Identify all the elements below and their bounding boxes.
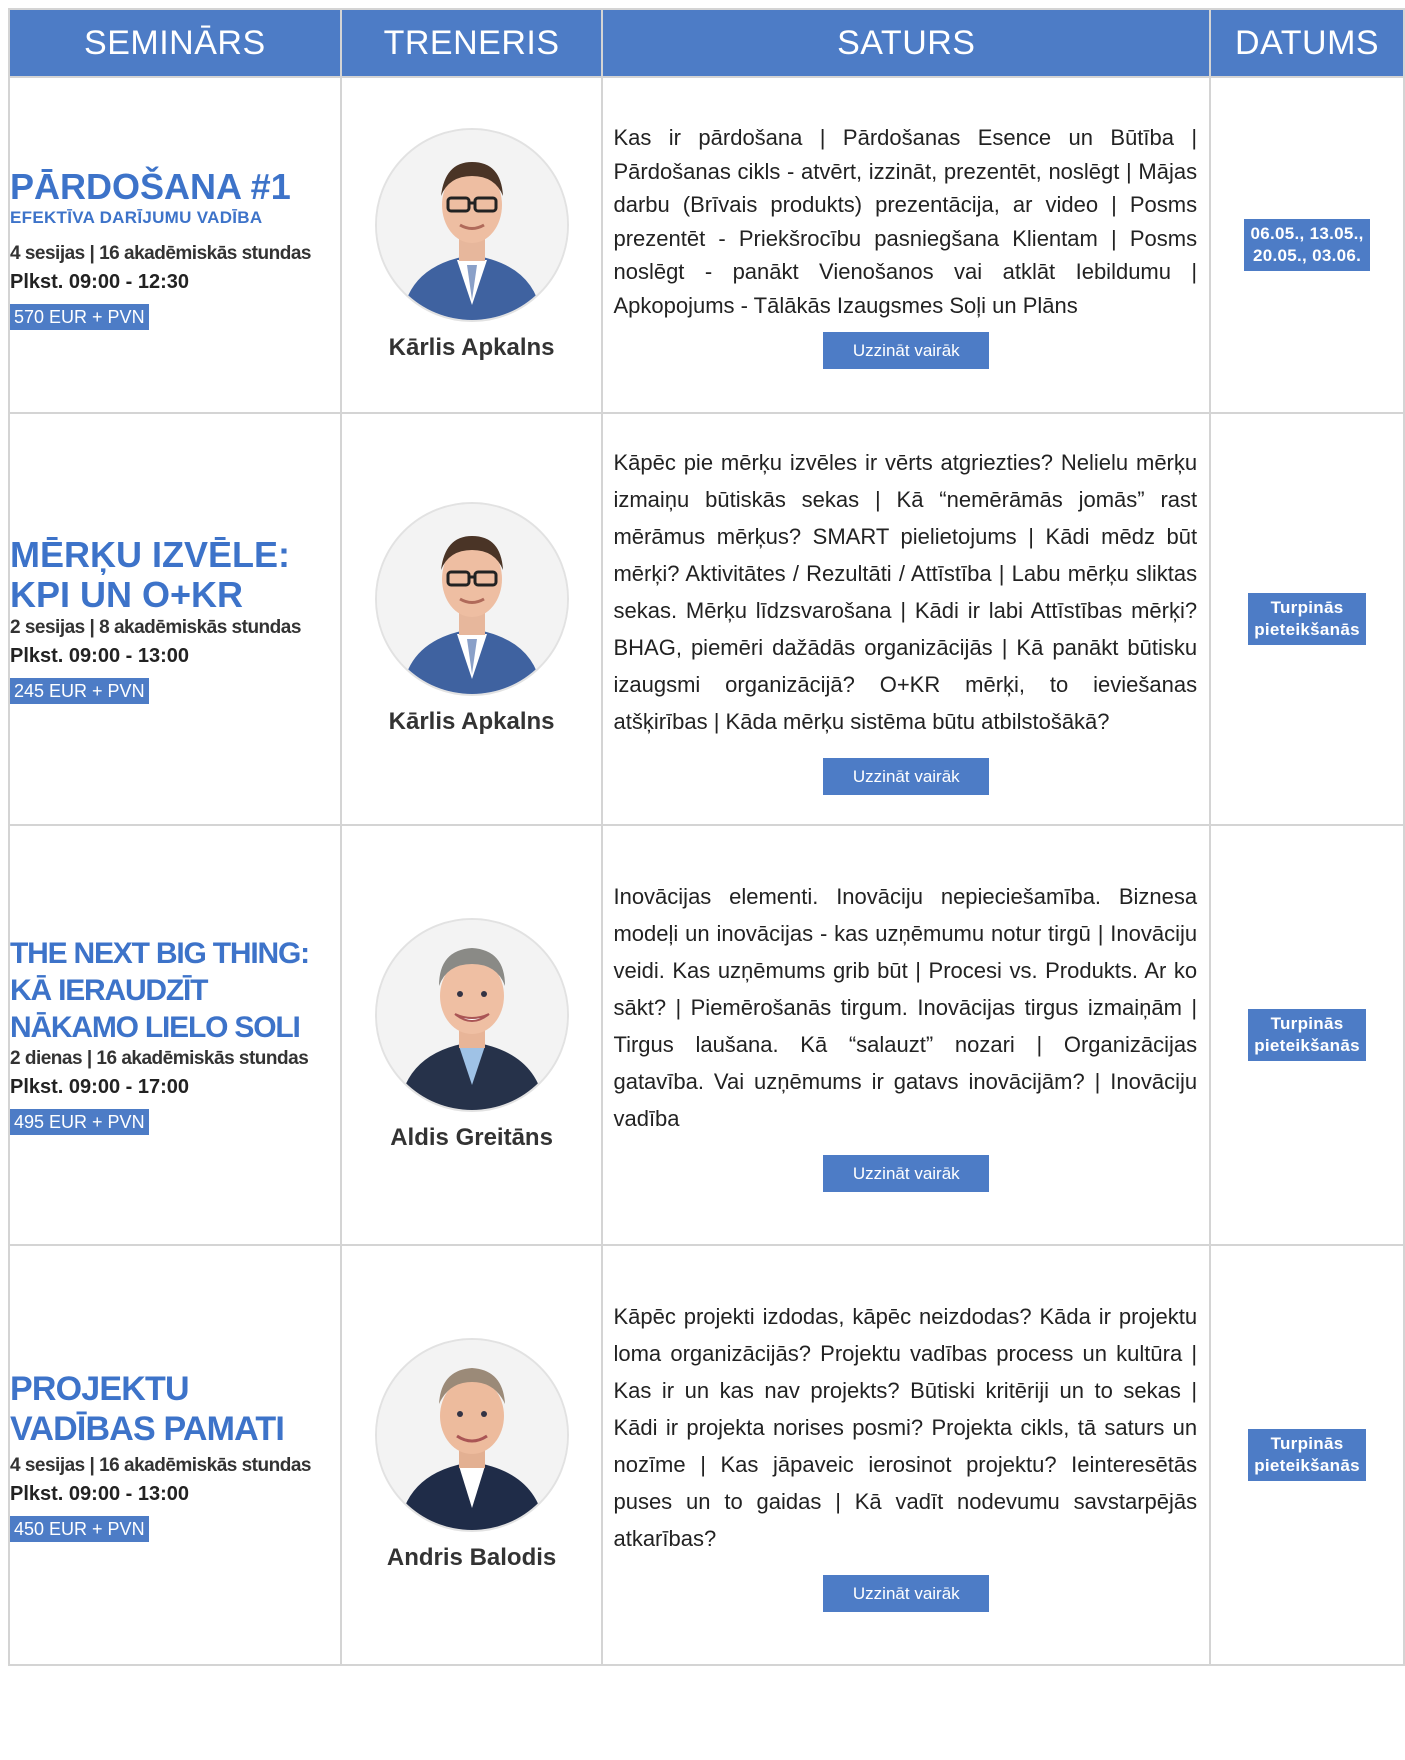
learn-more-button[interactable]: Uzzināt vairāk xyxy=(823,1155,990,1192)
learn-more-button[interactable]: Uzzināt vairāk xyxy=(823,757,990,795)
seminar-title[interactable]: THE NEXT BIG THING: xyxy=(10,935,340,972)
seminar-title[interactable]: VADĪBAS PAMATI xyxy=(10,1409,340,1449)
seminar-time: Plkst. 09:00 - 13:00 xyxy=(10,644,189,667)
date-line: 20.05., 03.06. xyxy=(1252,246,1362,265)
table-row: THE NEXT BIG THING: KĀ IERAUDZĪT NĀKAMO … xyxy=(8,824,1405,1246)
seminar-table: SEMINĀRS TRENERIS SATURS DATUMS PĀRDOŠAN… xyxy=(8,8,1405,1666)
table-row: MĒRĶU IZVĒLE: KPI UN O+KR 2 sesijas | 8 … xyxy=(8,412,1405,826)
price-badge: 450 EUR + PVN xyxy=(10,1515,149,1542)
badge-line: pieteikšanās xyxy=(1254,1456,1360,1475)
price-badge: 495 EUR + PVN xyxy=(10,1109,149,1135)
header-trainer: TRENERIS xyxy=(339,8,604,78)
date-cell: 06.05., 13.05., 20.05., 03.06. xyxy=(1209,76,1405,414)
seminar-schedule-page: SEMINĀRS TRENERIS SATURS DATUMS PĀRDOŠAN… xyxy=(0,0,1405,1760)
seminar-description: Kas ir pārdošana | Pārdošanas Esence un … xyxy=(613,125,1198,318)
seminar-cell: PĀRDOŠANA #1 EFEKTĪVA DARĪJUMU VADĪBA 4 … xyxy=(8,76,342,414)
seminar-meta: 4 sesijas | 16 akadēmiskās stundas xyxy=(10,1454,311,1476)
price-badge: 570 EUR + PVN xyxy=(10,303,149,330)
trainer-name: Kārlis Apkalns xyxy=(388,334,555,361)
seminar-description: Inovācijas elementi. Inovāciju nepiecieš… xyxy=(613,884,1198,1131)
trainer-cell: Kārlis Apkalns xyxy=(339,412,604,826)
seminar-description: Kāpēc projekti izdodas, kāpēc neizdodas?… xyxy=(613,1304,1198,1551)
learn-more-button[interactable]: Uzzināt vairāk xyxy=(823,332,990,369)
date-cell: Turpinās pieteikšanās xyxy=(1209,824,1405,1246)
seminar-time: Plkst. 09:00 - 17:00 xyxy=(10,1076,189,1098)
registration-badge: Turpinās pieteikšanās xyxy=(1248,1009,1366,1061)
price-badge: 245 EUR + PVN xyxy=(10,677,149,704)
content-cell: Inovācijas elementi. Inovāciju nepiecieš… xyxy=(601,824,1212,1246)
trainer-photo xyxy=(376,130,567,320)
date-line: 06.05., 13.05., xyxy=(1250,224,1364,243)
seminar-meta: 4 sesijas | 16 akadēmiskās stundas xyxy=(10,242,311,264)
trainer-cell: Aldis Greitāns xyxy=(339,824,604,1246)
badge-line: pieteikšanās xyxy=(1254,1036,1360,1055)
seminar-title[interactable]: KĀ IERAUDZĪT xyxy=(10,972,340,1009)
trainer-cell: Andris Balodis xyxy=(339,1244,604,1666)
header-content: SATURS xyxy=(601,8,1212,78)
seminar-description: Kāpēc pie mērķu izvēles ir vērts atgriez… xyxy=(613,449,1198,734)
seminar-subtitle: EFEKTĪVA DARĪJUMU VADĪBA xyxy=(10,207,263,227)
seminar-meta: 2 dienas | 16 akadēmiskās stundas xyxy=(10,1048,309,1069)
trainer-cell: Kārlis Apkalns xyxy=(339,76,604,414)
trainer-photo xyxy=(376,504,567,694)
trainer-photo xyxy=(376,920,567,1110)
badge-line: Turpinās xyxy=(1270,598,1344,617)
seminar-time: Plkst. 09:00 - 13:00 xyxy=(10,1482,189,1505)
date-cell: Turpinās pieteikšanās xyxy=(1209,412,1405,826)
content-cell: Kāpēc projekti izdodas, kāpēc neizdodas?… xyxy=(601,1244,1212,1666)
date-cell: Turpinās pieteikšanās xyxy=(1209,1244,1405,1666)
content-cell: Kas ir pārdošana | Pārdošanas Esence un … xyxy=(601,76,1212,414)
trainer-photo xyxy=(376,1340,567,1530)
seminar-cell: THE NEXT BIG THING: KĀ IERAUDZĪT NĀKAMO … xyxy=(8,824,342,1246)
seminar-title[interactable]: PROJEKTU xyxy=(10,1369,340,1409)
header-date: DATUMS xyxy=(1209,8,1405,78)
learn-more-button[interactable]: Uzzināt vairāk xyxy=(823,1575,990,1612)
badge-line: pieteikšanās xyxy=(1254,620,1360,639)
header-seminar: SEMINĀRS xyxy=(8,8,342,78)
trainer-name: Kārlis Apkalns xyxy=(388,708,555,735)
avatar xyxy=(374,128,569,322)
seminar-cell: MĒRĶU IZVĒLE: KPI UN O+KR 2 sesijas | 8 … xyxy=(8,412,342,826)
seminar-cell: PROJEKTU VADĪBAS PAMATI 4 sesijas | 16 a… xyxy=(8,1244,342,1666)
registration-badge: Turpinās pieteikšanās xyxy=(1248,1429,1366,1481)
registration-badge: Turpinās pieteikšanās xyxy=(1248,593,1366,645)
date-badge: 06.05., 13.05., 20.05., 03.06. xyxy=(1244,219,1370,271)
seminar-title[interactable]: KPI UN O+KR xyxy=(10,574,340,615)
seminar-title[interactable]: PĀRDOŠANA #1 xyxy=(10,166,340,207)
seminar-title[interactable]: NĀKAMO LIELO SOLI xyxy=(10,1009,340,1046)
badge-line: Turpinās xyxy=(1270,1014,1344,1033)
seminar-meta: 2 sesijas | 8 akadēmiskās stundas xyxy=(10,616,301,638)
avatar xyxy=(374,1338,569,1532)
content-cell: Kāpēc pie mērķu izvēles ir vērts atgriez… xyxy=(601,412,1212,826)
seminar-time: Plkst. 09:00 - 12:30 xyxy=(10,270,189,293)
badge-line: Turpinās xyxy=(1270,1434,1344,1453)
avatar xyxy=(374,918,569,1112)
seminar-title[interactable]: MĒRĶU IZVĒLE: xyxy=(10,534,340,575)
table-row: PĀRDOŠANA #1 EFEKTĪVA DARĪJUMU VADĪBA 4 … xyxy=(8,76,1405,414)
table-row: PROJEKTU VADĪBAS PAMATI 4 sesijas | 16 a… xyxy=(8,1244,1405,1666)
avatar xyxy=(374,502,569,696)
trainer-name: Aldis Greitāns xyxy=(390,1124,553,1151)
trainer-name: Andris Balodis xyxy=(386,1544,557,1571)
table-header-row: SEMINĀRS TRENERIS SATURS DATUMS xyxy=(8,8,1405,78)
